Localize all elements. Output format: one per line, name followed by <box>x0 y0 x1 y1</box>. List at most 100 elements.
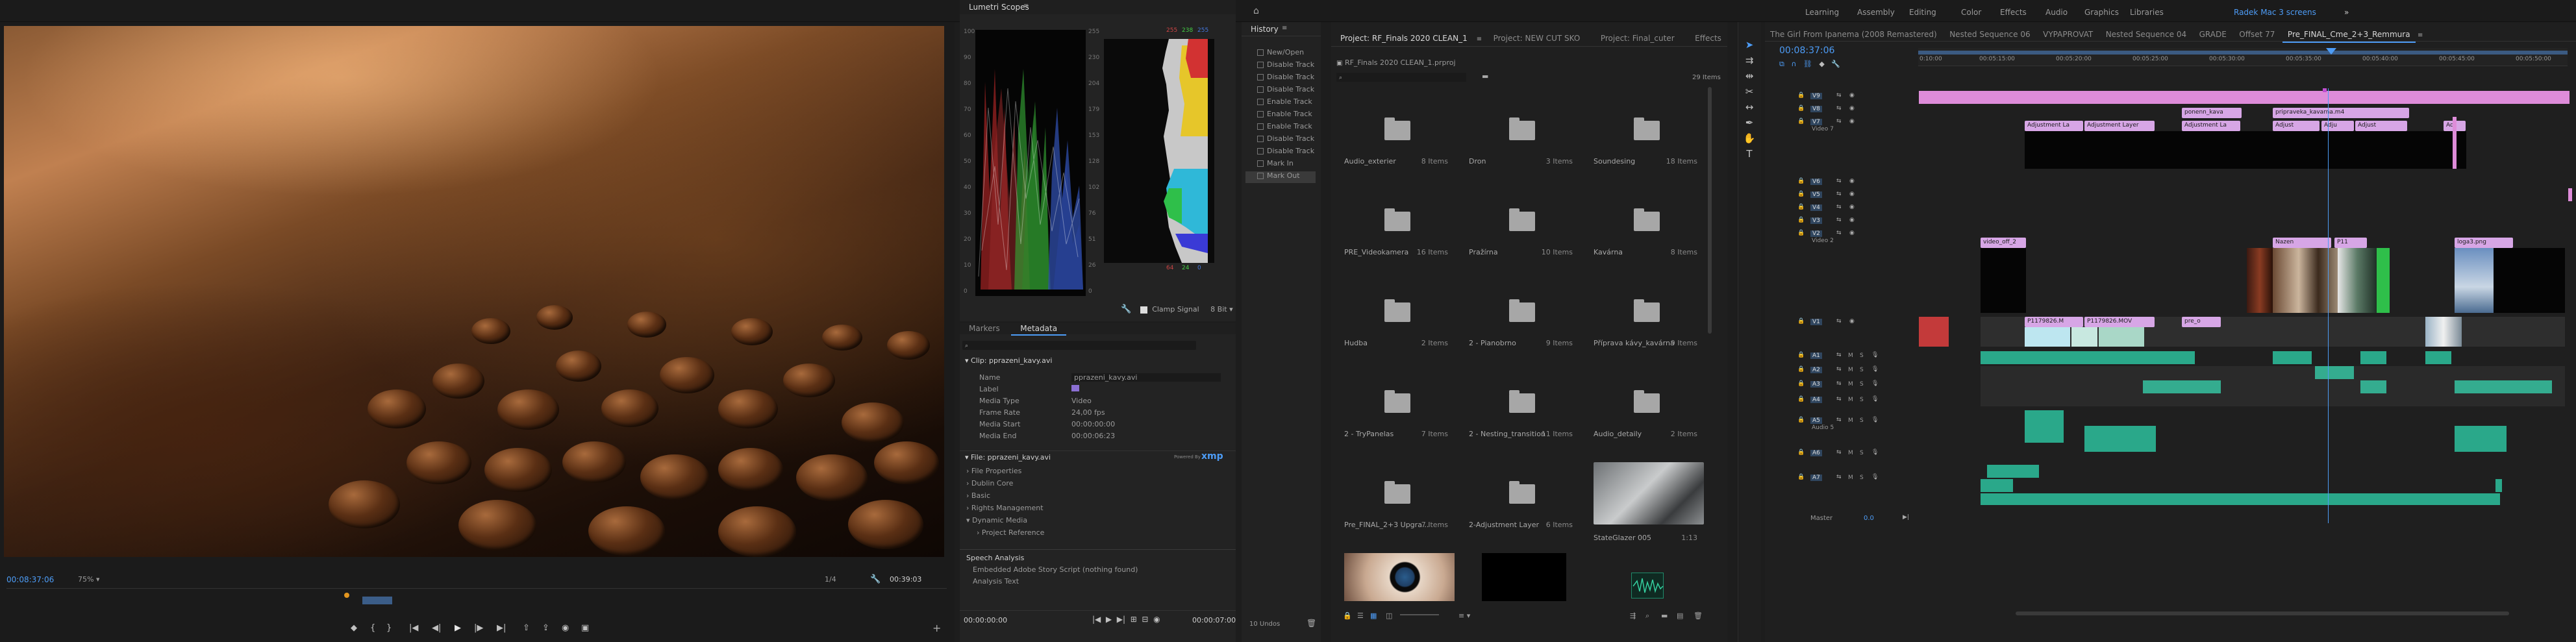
section-dynamic-media[interactable]: ▾ Dynamic Media <box>966 514 1044 526</box>
solo-button[interactable]: S <box>1860 352 1864 359</box>
bin-item[interactable]: Příprava kávy_kavárna 9 Items <box>1587 291 1704 375</box>
work-area-bar[interactable] <box>1918 51 2568 55</box>
go-to-out-icon[interactable]: ▶| <box>1117 615 1125 624</box>
insert-icon[interactable]: ⊞ <box>1131 615 1137 624</box>
pen-icon[interactable]: ✒ <box>1743 117 1756 130</box>
eye-icon[interactable]: ◉ <box>1849 93 1855 99</box>
timeline-clip[interactable]: P11 <box>2334 238 2367 248</box>
sync-lock-icon[interactable]: ⇆ <box>1836 217 1842 223</box>
track-name[interactable]: V7 <box>1810 119 1822 125</box>
mute-button[interactable]: M <box>1848 381 1853 388</box>
lock-icon[interactable]: 🔒 <box>1797 367 1805 373</box>
lock-icon[interactable]: 🔒 <box>1797 217 1805 223</box>
zoom-select[interactable]: 75% ▾ <box>78 575 99 584</box>
track-name[interactable]: A2 <box>1810 367 1822 373</box>
audio-clip[interactable] <box>2495 479 2502 492</box>
selection-tool-icon[interactable]: ➤ <box>1743 39 1756 52</box>
adjustment-layer-bar[interactable] <box>1919 91 2570 104</box>
mark-in-icon[interactable]: { <box>370 623 375 633</box>
clip-thumbnail[interactable] <box>1919 317 1949 347</box>
track-name[interactable]: A4 <box>1810 397 1822 403</box>
music-clip[interactable] <box>1981 493 2500 505</box>
snap-icon[interactable]: ∩ <box>1791 60 1796 68</box>
panel-menu-icon[interactable]: ≡ <box>2418 32 2423 39</box>
home-icon[interactable]: ⌂ <box>1253 6 1259 16</box>
timeline-clip[interactable]: Adjustment La <box>2182 121 2240 131</box>
lock-icon[interactable]: 🔒 <box>1797 204 1805 210</box>
speech-embedded[interactable]: Embedded Adobe Story Script (nothing fou… <box>973 565 1138 574</box>
bin-item[interactable]: Dron 3 Items <box>1462 109 1579 193</box>
playhead-line[interactable] <box>2328 88 2329 523</box>
section-file-properties[interactable]: › File Properties <box>966 465 1044 477</box>
audio-clip[interactable] <box>1987 465 2039 478</box>
sync-lock-icon[interactable]: ⇆ <box>1836 367 1842 373</box>
solo-button[interactable]: S <box>1860 417 1864 424</box>
timeline-clip[interactable]: loga3.png <box>2455 238 2513 248</box>
audio-thumbnail[interactable] <box>1631 573 1664 599</box>
timeline-clip[interactable]: ponenn_kava <box>2182 108 2242 118</box>
eye-icon[interactable]: ◉ <box>1849 230 1855 236</box>
clamp-signal-checkbox[interactable] <box>1140 306 1147 314</box>
mark-out-icon[interactable]: } <box>386 623 392 633</box>
more-workspaces-icon[interactable]: » <box>2344 8 2349 17</box>
panel-menu-icon[interactable]: ≡ <box>1023 3 1029 10</box>
program-timecode[interactable]: 00:08:37:06 <box>6 575 54 584</box>
sync-lock-icon[interactable]: ⇆ <box>1836 381 1842 387</box>
marker-icon[interactable] <box>2323 88 2327 92</box>
bin-item[interactable]: Hudba 2 Items <box>1338 291 1455 375</box>
section-basic[interactable]: › Basic <box>966 489 1044 502</box>
lock-icon[interactable]: 🔒 <box>1797 191 1805 197</box>
sync-lock-icon[interactable]: ⇆ <box>1836 119 1842 125</box>
history-item[interactable]: Disable Track <box>1248 147 1314 158</box>
workspace-editing[interactable]: Editing <box>1909 8 1936 17</box>
export-frame-icon[interactable]: ◉ <box>562 623 569 633</box>
hand-icon[interactable]: ✋ <box>1743 132 1756 145</box>
tab-markers[interactable]: Markers <box>960 323 1009 334</box>
timeline-clip[interactable]: pripraveka_kavarna.m4 <box>2273 108 2409 118</box>
export-frame-icon[interactable]: ◉ <box>1153 615 1160 624</box>
eye-icon[interactable]: ◉ <box>1849 179 1855 184</box>
track-name[interactable]: A5 <box>1810 417 1822 424</box>
bit-depth-select[interactable]: 8 Bit ▾ <box>1210 305 1232 314</box>
history-item[interactable]: Disable Track <box>1248 134 1314 146</box>
sync-lock-icon[interactable]: ⇆ <box>1836 106 1842 112</box>
metadata-search-input[interactable]: ⌕ <box>962 341 1196 350</box>
resolution-select[interactable]: 1/4 <box>825 575 836 584</box>
track-name[interactable]: A3 <box>1810 381 1822 388</box>
lock-icon[interactable]: 🔒 <box>1797 397 1805 402</box>
tab-sequence[interactable]: Nested Sequence 04 <box>2101 27 2192 42</box>
bin-item[interactable]: Pre_FINAL_2+3 Upgra... 7 Items <box>1338 473 1455 557</box>
eye-icon[interactable]: ◉ <box>1849 191 1855 197</box>
master-volume[interactable]: 0.0 <box>1864 515 1874 522</box>
timeline-settings-icon[interactable]: 🔧 <box>1831 60 1840 68</box>
bin-item[interactable]: PRE_Videokamera 16 Items <box>1338 200 1455 284</box>
project-scrollbar[interactable] <box>1708 87 1712 334</box>
sync-lock-icon[interactable]: ⇆ <box>1836 397 1842 402</box>
offscreen-clip[interactable] <box>2568 188 2572 201</box>
mute-button[interactable]: M <box>1848 367 1853 373</box>
go-to-in-icon[interactable]: |◀ <box>409 623 418 633</box>
mic-icon[interactable]: 🎙 <box>1871 352 1879 358</box>
trash-icon[interactable]: 🗑 <box>1694 611 1703 620</box>
playhead-marker[interactable] <box>344 593 349 598</box>
lock-icon[interactable]: 🔒 <box>1797 106 1805 112</box>
compare-icon[interactable]: ▣ <box>581 623 589 633</box>
automate-icon[interactable]: ⇶ <box>1630 611 1636 620</box>
history-item-selected[interactable]: Mark Out <box>1245 171 1316 183</box>
wrench-icon[interactable]: 🔧 <box>870 575 881 584</box>
extract-icon[interactable]: ⇪ <box>542 623 549 633</box>
sync-lock-icon[interactable]: ⇆ <box>1836 230 1842 236</box>
nest-toggle-icon[interactable]: ⧉ <box>1779 60 1784 68</box>
file-header-row[interactable]: ▾ File: pprazeni_kavy.avi Powered By xmp <box>960 451 1236 463</box>
add-button-icon[interactable]: + <box>932 623 941 634</box>
mic-icon[interactable]: 🎙 <box>1871 367 1879 373</box>
solo-button[interactable]: S <box>1860 397 1864 403</box>
eye-icon[interactable]: ◉ <box>1849 119 1855 125</box>
bin-item[interactable]: Audio_detaily 2 Items <box>1587 382 1704 466</box>
timeline-timecode[interactable]: 00:08:37:06 <box>1779 45 1834 56</box>
mic-icon[interactable]: 🎙 <box>1871 417 1879 423</box>
audio-clip[interactable] <box>2425 351 2451 364</box>
label-color-swatch[interactable] <box>1071 385 1079 391</box>
mute-button[interactable]: M <box>1848 475 1853 481</box>
go-to-out-icon[interactable]: ▶| <box>497 623 506 633</box>
